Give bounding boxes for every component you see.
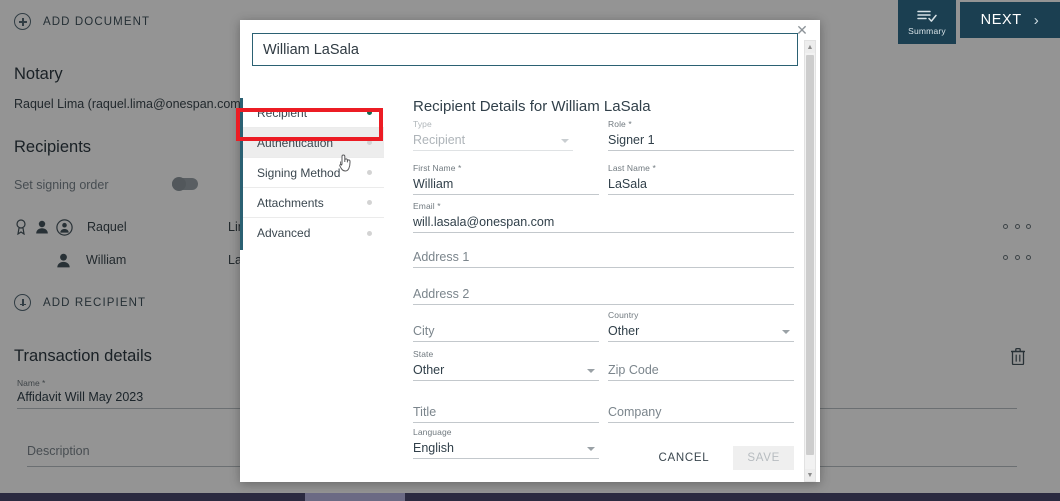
- country-select[interactable]: Other: [608, 322, 794, 342]
- mouse-cursor-pointer-icon: [339, 154, 351, 172]
- email-input[interactable]: will.lasala@onespan.com: [413, 213, 794, 233]
- scroll-down-arrow-icon[interactable]: ▼: [805, 469, 815, 481]
- first-name-field: First Name * William: [413, 163, 599, 195]
- title-field: Title: [413, 403, 599, 423]
- modal-action-bar: CANCEL SAVE: [649, 446, 794, 470]
- os-taskbar: [0, 493, 1060, 501]
- type-value: Recipient: [413, 133, 466, 147]
- country-label: Country: [608, 310, 639, 320]
- sidebar-item-label: Advanced: [257, 226, 311, 240]
- country-value: Other: [608, 324, 640, 338]
- save-button: SAVE: [733, 446, 794, 470]
- state-label: State: [413, 349, 434, 359]
- sidebar-item-label: Recipient: [257, 105, 308, 120]
- taskbar-segment-active: [305, 493, 405, 501]
- chevron-right-icon: ›: [1033, 11, 1040, 29]
- last-name-input[interactable]: LaSala: [608, 175, 794, 195]
- type-select: Recipient: [413, 131, 573, 151]
- taskbar-segment: [0, 493, 305, 501]
- role-field: Role * Signer 1: [608, 119, 794, 151]
- next-label: NEXT: [980, 12, 1022, 28]
- sidebar-item-label: Authentication: [257, 135, 334, 150]
- address2-field: Address 2: [413, 285, 794, 305]
- role-input[interactable]: Signer 1: [608, 131, 794, 151]
- company-field: Company: [608, 403, 794, 423]
- status-dot-incomplete: [367, 170, 372, 175]
- recipient-name-input[interactable]: William LaSala: [252, 33, 798, 66]
- close-icon[interactable]: ✕: [794, 22, 810, 38]
- last-name-label: Last Name *: [608, 163, 656, 173]
- status-dot-complete: [367, 110, 372, 115]
- scrollbar-thumb[interactable]: [806, 55, 814, 455]
- app-root: ADD DOCUMENT Notary Raquel Lima (raquel.…: [0, 0, 1060, 501]
- language-label: Language: [413, 427, 452, 437]
- sidebar-item-label: Signing Method: [257, 165, 341, 180]
- state-select[interactable]: Other: [413, 361, 599, 381]
- country-field: Country Other: [608, 310, 794, 342]
- summary-list-check-icon: [917, 10, 937, 22]
- city-input[interactable]: City: [413, 322, 599, 342]
- cancel-button[interactable]: CANCEL: [649, 446, 720, 470]
- sidebar-item-attachments[interactable]: Attachments: [243, 188, 384, 218]
- zip-input[interactable]: Zip Code: [608, 361, 794, 381]
- first-name-input[interactable]: William: [413, 175, 599, 195]
- status-dot-incomplete: [367, 230, 372, 236]
- type-field: Type Recipient: [413, 119, 573, 151]
- chevron-down-icon: [587, 369, 595, 373]
- scroll-up-arrow-icon[interactable]: ▲: [805, 41, 815, 53]
- sidebar-item-recipient[interactable]: Recipient: [243, 98, 384, 128]
- language-select[interactable]: English: [413, 439, 599, 459]
- sidebar-item-authentication[interactable]: Authentication: [243, 128, 384, 158]
- address1-field: Address 1: [413, 248, 794, 268]
- last-name-field: Last Name * LaSala: [608, 163, 794, 195]
- chevron-down-icon: [587, 447, 595, 451]
- first-name-label: First Name *: [413, 163, 462, 173]
- status-dot-incomplete: [367, 200, 372, 205]
- status-dot-incomplete: [367, 140, 372, 145]
- taskbar-segment: [405, 493, 1060, 501]
- summary-label: Summary: [908, 25, 946, 36]
- sidebar-item-signing-method[interactable]: Signing Method: [243, 158, 384, 188]
- modal-scrollbar[interactable]: ▲ ▼: [804, 40, 816, 482]
- role-label: Role *: [608, 119, 632, 129]
- city-field: City: [413, 322, 599, 342]
- title-input[interactable]: Title: [413, 403, 599, 423]
- chevron-down-icon: [561, 139, 569, 143]
- language-value: English: [413, 441, 454, 455]
- recipient-details-modal: ✕ William LaSala ▲ ▼ Recipient Authentic…: [236, 20, 820, 482]
- top-action-bar: Summary NEXT ›: [898, 0, 1060, 44]
- email-label: Email *: [413, 201, 441, 211]
- sidebar-item-label: Attachments: [257, 195, 324, 210]
- chevron-down-icon: [782, 330, 790, 334]
- type-label: Type: [413, 119, 432, 129]
- company-input[interactable]: Company: [608, 403, 794, 423]
- state-value: Other: [413, 363, 445, 377]
- zip-field: Zip Code: [608, 361, 794, 381]
- address1-input[interactable]: Address 1: [413, 248, 794, 268]
- detail-heading: Recipient Details for William LaSala: [413, 98, 651, 115]
- modal-sidebar-nav: Recipient Authentication Signing Method …: [240, 98, 384, 250]
- sidebar-item-advanced[interactable]: Advanced: [243, 218, 384, 248]
- state-field: State Other: [413, 349, 599, 381]
- language-field: Language English: [413, 427, 599, 459]
- next-button[interactable]: NEXT ›: [960, 2, 1060, 38]
- address2-input[interactable]: Address 2: [413, 285, 794, 305]
- summary-button[interactable]: Summary: [898, 0, 956, 44]
- email-field: Email * will.lasala@onespan.com: [413, 201, 794, 233]
